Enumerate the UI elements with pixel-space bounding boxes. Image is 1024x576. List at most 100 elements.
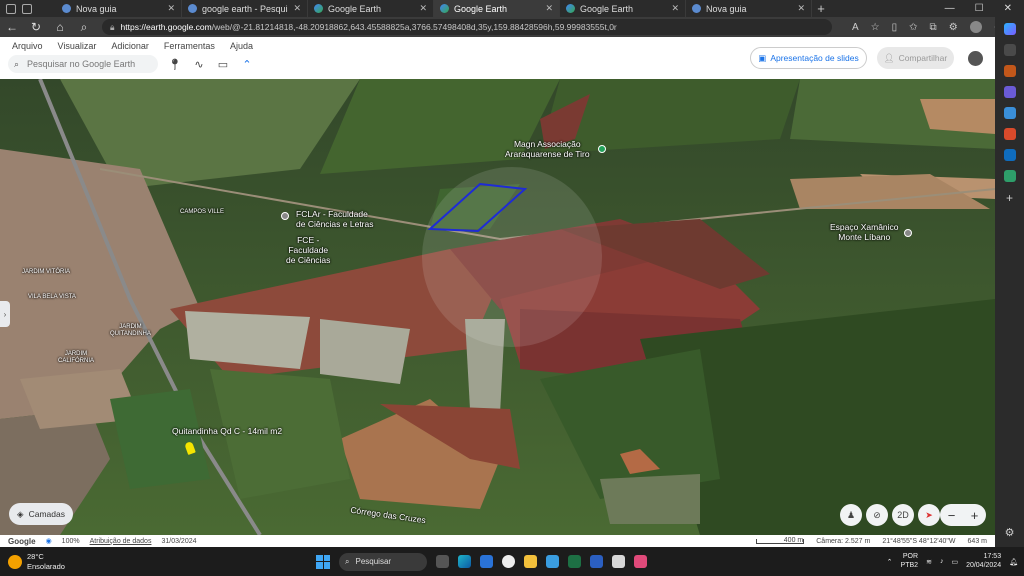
extensions-icon[interactable]: ⚙ (949, 22, 958, 33)
path-polygon-icon[interactable]: ∿ (192, 58, 206, 71)
earth-header: Arquivo Visualizar Adicionar Ferramentas… (0, 37, 995, 79)
label-magn[interactable]: Magn Associação Araraquarense de Tiro (505, 139, 590, 160)
close-icon[interactable]: ✕ (167, 3, 175, 14)
back-icon[interactable]: ← (6, 20, 18, 34)
street-view-pegman-icon[interactable]: ♟ (840, 504, 862, 526)
clock[interactable]: 17:53 20/04/2024 (966, 553, 1001, 571)
outlook-icon[interactable] (1003, 149, 1016, 161)
maximize-icon[interactable]: ☐ (975, 3, 984, 14)
browser-tab[interactable]: Nova guia ✕ (686, 0, 812, 17)
place-pin-icon[interactable] (281, 212, 289, 220)
side-panel-toggle[interactable]: › (0, 301, 10, 327)
add-icon[interactable]: + (1006, 191, 1013, 205)
menu-visualizar[interactable]: Visualizar (58, 41, 97, 51)
snipping-tool-icon[interactable] (634, 555, 647, 568)
weather-widget[interactable]: 28°C Ensolarado (0, 552, 300, 571)
file-explorer-icon[interactable] (524, 555, 537, 568)
google-logo: Google (8, 536, 36, 546)
copilot-icon[interactable] (1003, 23, 1016, 35)
attribution-link[interactable]: Atribuição de dados (90, 538, 152, 545)
menu-arquivo[interactable]: Arquivo (12, 41, 43, 51)
volume-icon[interactable]: ♪ (940, 558, 944, 565)
search-icon[interactable]: ⌕ (78, 20, 90, 35)
photos-icon[interactable] (546, 555, 559, 568)
view-2d-button[interactable]: 2D (892, 504, 914, 526)
chevron-up-icon[interactable]: ⌃ (887, 558, 893, 566)
label-vila-bela-vista: VILA BELA VISTA (28, 294, 76, 300)
word-icon[interactable] (590, 555, 603, 568)
label-fclar[interactable]: FCLAr - Faculdade de Ciências e Letras (296, 209, 374, 230)
compass-icon[interactable]: ➤ (918, 504, 940, 526)
new-tab-button[interactable]: + (812, 1, 830, 16)
account-avatar[interactable] (968, 51, 983, 66)
split-screen-icon[interactable]: ▯ (892, 22, 898, 33)
refresh-icon[interactable]: ↻ (30, 20, 42, 34)
home-icon[interactable]: ⌂ (54, 20, 66, 34)
shopping-icon[interactable] (1003, 65, 1016, 77)
browser-tab[interactable]: google earth - Pesquisar✕ (182, 0, 308, 17)
excel-icon[interactable] (568, 555, 581, 568)
place-marker-icon[interactable]: 📍︎ (168, 58, 182, 71)
layers-button[interactable]: ◈ Camadas (9, 503, 73, 525)
games-icon[interactable] (1003, 107, 1016, 119)
close-icon[interactable]: ✕ (545, 3, 553, 14)
measure-ruler-icon[interactable]: ▭ (216, 58, 230, 71)
browser-tab[interactable]: Google Earth ✕ (560, 0, 686, 17)
battery-icon[interactable]: ▭ (951, 558, 958, 566)
menu-adicionar[interactable]: Adicionar (111, 41, 149, 51)
task-view-icon[interactable] (436, 555, 449, 568)
label-quitandinha[interactable]: Quitandinha Qd C - 14mil m2 (172, 426, 282, 437)
drop-icon[interactable] (1003, 170, 1016, 182)
chevron-up-icon[interactable]: ⌃ (240, 58, 254, 71)
place-pin-icon[interactable] (904, 229, 912, 237)
google-earth-icon (440, 4, 449, 13)
person-add-icon: 👤︎ (883, 52, 895, 63)
search-input[interactable]: ⌕ Pesquisar no Google Earth (8, 55, 158, 73)
favorite-star-icon[interactable]: ☆ (871, 22, 880, 33)
google-earth-icon (314, 4, 323, 13)
paint-icon[interactable] (612, 555, 625, 568)
slideshow-button[interactable]: ▣ Apresentação de slides (750, 47, 867, 69)
notifications-icon[interactable]: 🔔︎ (1009, 558, 1018, 566)
minimize-icon[interactable]: — (945, 3, 955, 14)
wifi-icon[interactable]: ≋ (926, 558, 932, 566)
tab-actions-icon[interactable] (22, 3, 32, 14)
close-icon[interactable]: ✕ (293, 3, 301, 14)
close-icon[interactable]: ✕ (797, 3, 805, 14)
read-aloud-icon[interactable]: A (852, 22, 859, 33)
location-disabled-icon[interactable]: ⊘ (866, 504, 888, 526)
menu-ajuda[interactable]: Ajuda (230, 41, 253, 51)
office-icon[interactable] (1003, 128, 1016, 140)
settings-gear-icon[interactable]: ⚙ (1005, 526, 1015, 539)
share-button[interactable]: 👤︎ Compartilhar (877, 47, 954, 69)
label-espaco[interactable]: Espaço Xamânico Monte Líbano (830, 222, 899, 243)
start-button[interactable] (316, 554, 330, 569)
zoom-in-button[interactable]: + (971, 508, 979, 523)
close-icon[interactable]: ✕ (671, 3, 679, 14)
browser-tab-active[interactable]: Google Earth ✕ (434, 0, 560, 17)
zoom-out-button[interactable]: − (948, 508, 956, 523)
search-icon: ⌕ (345, 556, 350, 566)
browser-tab[interactable]: Nova guia ✕ (56, 0, 182, 17)
page-icon (62, 4, 71, 13)
close-icon[interactable]: ✕ (419, 3, 427, 14)
taskbar-search[interactable]: ⌕ Pesquisar (339, 552, 427, 571)
browser-tab[interactable]: Google Earth ✕ (308, 0, 434, 17)
label-campos-ville: CAMPOS VILLE (180, 209, 225, 215)
favorites-icon[interactable]: ✩ (909, 22, 917, 33)
map-viewport[interactable]: Magn Associação Araraquarense de Tiro FC… (0, 79, 995, 535)
url-field[interactable]: 🔒︎ https://earth.google.com/web/@-21.812… (102, 19, 832, 35)
edge-icon[interactable] (458, 555, 471, 568)
search-icon[interactable] (1003, 44, 1016, 56)
close-window-icon[interactable]: ✕ (1004, 3, 1012, 14)
place-pin-icon[interactable] (598, 145, 606, 153)
workspaces-icon[interactable] (6, 3, 16, 14)
store-icon[interactable] (480, 555, 493, 568)
label-fce[interactable]: FCE - Faculdade de Ciências (286, 235, 330, 265)
menu-ferramentas[interactable]: Ferramentas (164, 41, 215, 51)
profile-avatar[interactable] (969, 21, 982, 33)
tools-icon[interactable] (1003, 86, 1016, 98)
collections-icon[interactable]: ⧉ (930, 22, 937, 33)
zoom-controls: − + (940, 504, 986, 526)
dell-icon[interactable] (502, 555, 515, 568)
